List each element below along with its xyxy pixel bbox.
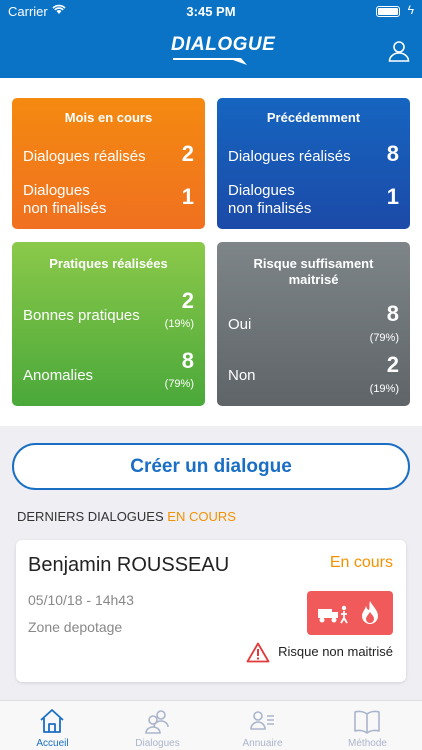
user-profile-icon[interactable] bbox=[388, 40, 410, 62]
home-icon bbox=[40, 709, 64, 733]
book-icon bbox=[354, 710, 380, 734]
risk-no-label: Non bbox=[228, 367, 256, 384]
nav-bar: DIALOGUE bbox=[0, 22, 422, 78]
clock: 3:45 PM bbox=[186, 4, 236, 19]
app-logo: DIALOGUE bbox=[171, 34, 275, 68]
good-practices-pct: (19%) bbox=[164, 318, 194, 330]
section-title-text: DERNIERS DIALOGUES bbox=[17, 509, 164, 524]
unfinished-label-2: non finalisés bbox=[23, 200, 107, 217]
section-title: DERNIERS DIALOGUES EN COURS bbox=[17, 509, 236, 524]
status-bar: Carrier 3:45 PM ϟ bbox=[0, 0, 422, 22]
users-icon bbox=[145, 710, 169, 734]
unfinished-value: 1 bbox=[386, 184, 399, 209]
done-label: Dialogues réalisés bbox=[23, 148, 146, 165]
forklift-icon bbox=[318, 605, 348, 624]
done-value: 8 bbox=[386, 141, 399, 166]
tab-label: Méthode bbox=[348, 738, 387, 749]
tab-label: Annuaire bbox=[242, 738, 283, 749]
risk-yes-pct: (79%) bbox=[369, 332, 399, 344]
risk-no-value: 2 bbox=[386, 352, 399, 377]
risk-yes-label: Oui bbox=[228, 316, 252, 333]
logo-text: DIALOGUE bbox=[171, 34, 276, 55]
risk-label: Risque non maitrisé bbox=[278, 644, 393, 659]
card-title: Risque suffisament bbox=[253, 256, 374, 271]
card-title: Pratiques réalisées bbox=[49, 256, 168, 271]
tab-label: Dialogues bbox=[135, 738, 180, 749]
dialogue-name: Benjamin ROUSSEAU bbox=[28, 554, 230, 576]
dialogue-status: En cours bbox=[329, 554, 393, 571]
unfinished-label: Dialogues bbox=[23, 182, 90, 199]
stats-section: Mois en cours Dialogues réalisés 2 Dialo… bbox=[0, 78, 422, 426]
create-dialogue-button[interactable]: Créer un dialogue bbox=[12, 443, 410, 490]
card-current-month[interactable]: Mois en cours Dialogues réalisés 2 Dialo… bbox=[12, 98, 205, 229]
risk-yes-value: 8 bbox=[386, 301, 399, 326]
good-practices-value: 2 bbox=[181, 288, 194, 313]
warning-icon bbox=[246, 642, 270, 663]
anomalies-pct: (79%) bbox=[164, 378, 194, 390]
done-value: 2 bbox=[181, 141, 194, 166]
card-title: Précédemment bbox=[266, 110, 361, 125]
charging-icon: ϟ bbox=[407, 3, 414, 17]
card-title-2: maitrisé bbox=[288, 272, 339, 287]
card-previous[interactable]: Précédemment Dialogues réalisés 8 Dialog… bbox=[217, 98, 410, 229]
dialogue-card[interactable]: Benjamin ROUSSEAU En cours 05/10/18 - 14… bbox=[16, 540, 406, 682]
card-practices[interactable]: Pratiques réalisées Bonnes pratiques 2 (… bbox=[12, 242, 205, 406]
tab-bar: Accueil Dialogues Annuaire Méthode bbox=[0, 700, 422, 750]
unfinished-label-2: non finalisés bbox=[228, 200, 312, 217]
tab-annuaire[interactable]: Annuaire bbox=[210, 701, 315, 750]
risk-category-badge bbox=[307, 591, 393, 635]
good-practices-label: Bonnes pratiques bbox=[23, 307, 140, 324]
tab-label: Accueil bbox=[36, 738, 69, 749]
anomalies-value: 8 bbox=[181, 348, 194, 373]
battery-icon bbox=[376, 6, 400, 17]
card-risk[interactable]: Risque suffisament maitrisé Oui 8 (79%) … bbox=[217, 242, 410, 406]
card-title: Mois en cours bbox=[64, 110, 153, 125]
unfinished-label: Dialogues bbox=[228, 182, 295, 199]
logo-swoosh-icon bbox=[173, 58, 247, 65]
anomalies-label: Anomalies bbox=[23, 367, 94, 384]
section-title-highlight: EN COURS bbox=[167, 509, 236, 524]
risk-no-pct: (19%) bbox=[369, 383, 399, 395]
done-label: Dialogues réalisés bbox=[228, 148, 351, 165]
risk-status: Risque non maitrisé bbox=[246, 642, 393, 663]
contacts-icon bbox=[250, 711, 274, 730]
fire-icon bbox=[362, 601, 378, 624]
tab-accueil[interactable]: Accueil bbox=[0, 701, 105, 750]
dialogue-zone: Zone depotage bbox=[28, 619, 123, 635]
tab-methode[interactable]: Méthode bbox=[315, 701, 420, 750]
unfinished-value: 1 bbox=[181, 184, 194, 209]
dialogue-date: 05/10/18 - 14h43 bbox=[28, 592, 134, 608]
tab-dialogues[interactable]: Dialogues bbox=[105, 701, 210, 750]
